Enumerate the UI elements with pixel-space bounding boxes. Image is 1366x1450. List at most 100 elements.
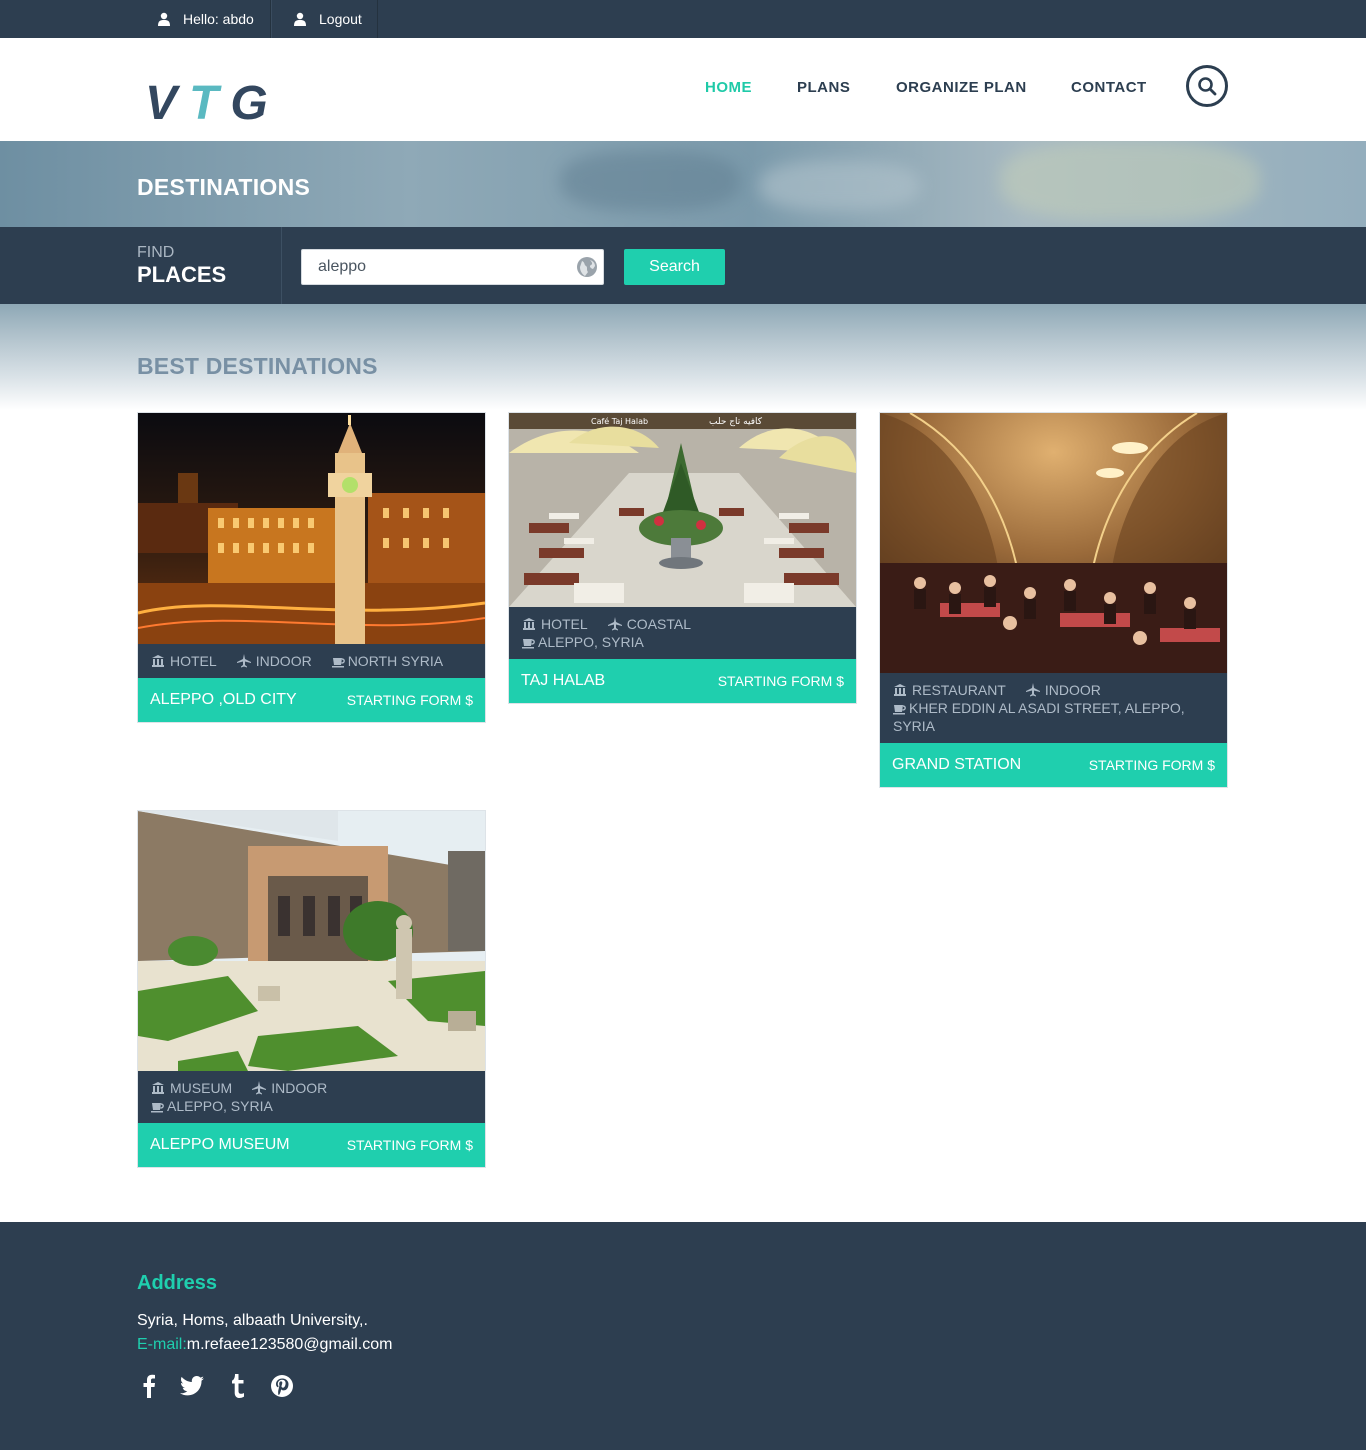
card-meta: MUSEUM INDOOR ALEPPO, SYRIA (138, 1071, 485, 1123)
tumblr-link[interactable] (226, 1374, 250, 1398)
search-icon (1198, 77, 1217, 96)
card-meta: RESTAURANT INDOOR KHER EDDIN AL ASADI ST… (880, 673, 1227, 743)
banner-blur (560, 151, 740, 211)
logo[interactable]: VTG (145, 78, 280, 130)
card-location: KHER EDDIN AL ASADI STREET, ALEPPO, SYRI… (893, 699, 1214, 735)
nav-contact[interactable]: CONTACT (1071, 78, 1147, 98)
destination-card[interactable]: RESTAURANT INDOOR KHER EDDIN AL ASADI ST… (879, 412, 1228, 788)
card-type-text: MUSEUM (170, 1080, 233, 1096)
card-category: COASTAL (607, 615, 691, 633)
pinterest-link[interactable] (270, 1374, 294, 1398)
card-footer[interactable]: ALEPPO ,OLD CITY STARTING FORM $ (138, 678, 485, 722)
logo-letter: V (145, 77, 190, 130)
nav-home[interactable]: HOME (705, 78, 752, 98)
greeting-text: Hello: abdo (183, 11, 254, 27)
sign-text: Café Taj Halab (591, 416, 648, 426)
find-label-big: PLACES (137, 262, 227, 287)
search-button[interactable]: Search (624, 249, 725, 285)
card-type: MUSEUM (151, 1079, 232, 1097)
destination-photo: Café Taj Halab كافيه تاج حلب (509, 413, 856, 607)
plane-icon (236, 654, 251, 668)
user-icon (158, 12, 170, 26)
plane-icon (252, 1081, 267, 1095)
logo-letter: G (230, 77, 280, 130)
card-price: STARTING FORM $ (346, 1137, 473, 1153)
user-greeting[interactable]: Hello: abdo (137, 0, 271, 38)
card-title[interactable]: GRAND STATION (892, 756, 1021, 774)
plane-icon (1025, 683, 1040, 697)
card-type: HOTEL (151, 652, 217, 670)
destination-photo (138, 413, 485, 644)
card-footer[interactable]: TAJ HALAB STARTING FORM $ (509, 659, 856, 703)
user-icon (294, 12, 306, 26)
card-title[interactable]: ALEPPO MUSEUM (150, 1136, 290, 1154)
page-title: DESTINATIONS (137, 174, 311, 200)
plane-icon (607, 617, 622, 631)
destination-photo (880, 413, 1227, 673)
card-price: STARTING FORM $ (717, 673, 844, 689)
card-location-text: NORTH SYRIA (347, 653, 444, 669)
card-title[interactable]: ALEPPO ,OLD CITY (150, 691, 297, 709)
pinterest-icon (271, 1375, 293, 1397)
card-title[interactable]: TAJ HALAB (521, 672, 605, 690)
twitter-link[interactable] (180, 1374, 204, 1398)
nav-plans[interactable]: PLANS (797, 78, 850, 98)
sign-text: كافيه تاج حلب (709, 417, 763, 427)
card-category-text: COASTAL (626, 616, 691, 632)
destination-card[interactable]: Café Taj Halab كافيه تاج حلب HOTEL COAST… (508, 412, 857, 704)
card-footer[interactable]: GRAND STATION STARTING FORM $ (880, 743, 1227, 787)
building-icon (523, 618, 535, 630)
card-category-text: INDOOR (271, 1080, 328, 1096)
card-category: INDOOR (1025, 681, 1101, 699)
banner-blur (1000, 141, 1260, 221)
cup-icon (151, 1103, 164, 1113)
logout-link[interactable]: Logout (271, 0, 378, 38)
facebook-icon (143, 1374, 155, 1398)
divider (281, 227, 282, 304)
card-footer[interactable]: ALEPPO MUSEUM STARTING FORM $ (138, 1123, 485, 1167)
card-price: STARTING FORM $ (1088, 757, 1215, 773)
card-location-text: ALEPPO, SYRIA (538, 634, 644, 650)
search-input[interactable] (301, 249, 604, 285)
section-banner: BEST DESTINATIONS (0, 304, 1366, 410)
find-label-small: FIND (137, 244, 175, 261)
card-price: STARTING FORM $ (346, 692, 473, 708)
card-location: ALEPPO, SYRIA (151, 1097, 472, 1115)
site-footer: Address Syria, Homs, albaath University,… (0, 1222, 1366, 1450)
footer-email: E-mail:m.refaee123580@gmail.com (137, 1336, 392, 1354)
section-title: BEST DESTINATIONS (137, 353, 378, 379)
building-icon (152, 1082, 164, 1094)
card-location-text: KHER EDDIN AL ASADI STREET, ALEPPO, SYRI… (893, 700, 1185, 734)
building-icon (894, 684, 906, 696)
card-category-text: INDOOR (1044, 682, 1101, 698)
email-label: E-mail: (137, 1336, 187, 1353)
page-banner: DESTINATIONS (0, 141, 1366, 227)
card-type-text: HOTEL (541, 616, 588, 632)
card-type-text: HOTEL (170, 653, 217, 669)
card-type-text: RESTAURANT (912, 682, 1006, 698)
destination-card[interactable]: HOTEL INDOOR NORTH SYRIA ALEPPO ,OLD CIT… (137, 412, 486, 723)
card-category: INDOOR (236, 652, 312, 670)
card-type: RESTAURANT (893, 681, 1006, 699)
search-toggle-button[interactable] (1186, 65, 1228, 107)
nav-organize-plan[interactable]: ORGANIZE PLAN (896, 78, 1027, 98)
card-category-text: INDOOR (255, 653, 312, 669)
card-meta: HOTEL INDOOR NORTH SYRIA (138, 644, 485, 678)
site-header: VTG HOME PLANS ORGANIZE PLAN CONTACT (0, 38, 1366, 141)
cup-icon (522, 639, 535, 649)
email-value[interactable]: m.refaee123580@gmail.com (187, 1336, 393, 1353)
facebook-link[interactable] (137, 1374, 161, 1398)
footer-address: Syria, Homs, albaath University,. (137, 1312, 368, 1329)
card-location: ALEPPO, SYRIA (522, 633, 843, 651)
find-places-bar: FIND PLACES Search (0, 227, 1366, 304)
tumblr-icon (232, 1374, 244, 1398)
card-location-text: ALEPPO, SYRIA (167, 1098, 273, 1114)
logout-label: Logout (319, 11, 362, 27)
destination-card[interactable]: MUSEUM INDOOR ALEPPO, SYRIA ALEPPO MUSEU… (137, 810, 486, 1168)
banner-blur (760, 161, 920, 211)
globe-icon (577, 257, 597, 277)
destination-photo (138, 811, 485, 1071)
card-type: HOTEL (522, 615, 588, 633)
card-location: NORTH SYRIA (331, 652, 444, 670)
footer-title: Address (137, 1272, 218, 1294)
